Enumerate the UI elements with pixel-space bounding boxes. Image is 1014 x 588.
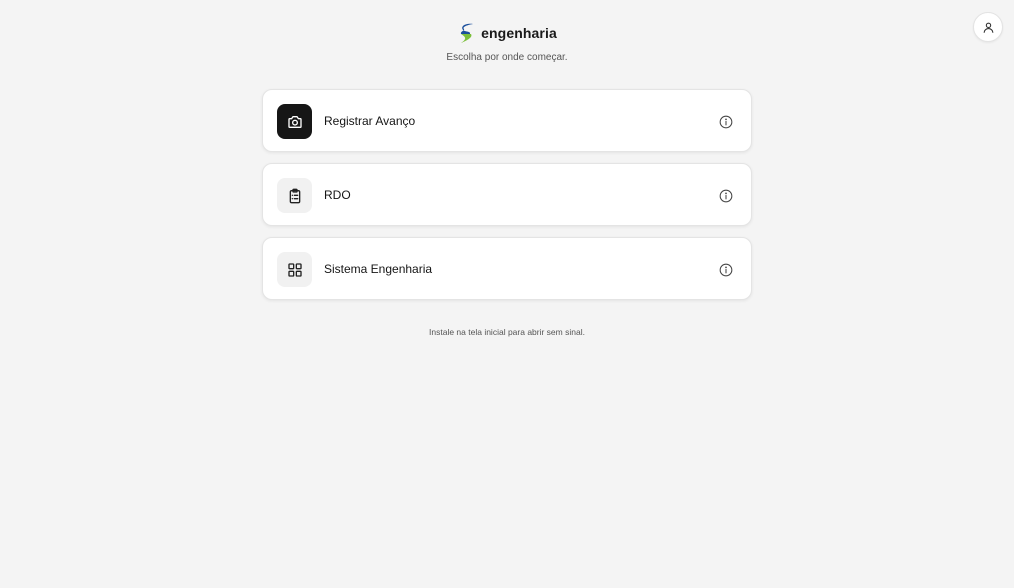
s-logo-icon xyxy=(461,23,474,43)
install-hint: Instale na tela inicial para abrir sem s… xyxy=(429,327,585,337)
info-button[interactable] xyxy=(718,188,733,203)
card-icon-container xyxy=(277,178,312,213)
info-icon xyxy=(719,115,732,128)
camera-icon xyxy=(287,115,302,128)
card-registrar-avanco[interactable]: Registrar Avanço xyxy=(262,89,752,152)
page-subtitle: Escolha por onde começar. xyxy=(446,52,568,63)
card-icon-container xyxy=(277,104,312,139)
info-button[interactable] xyxy=(718,114,733,129)
card-rdo[interactable]: RDO xyxy=(262,163,752,226)
info-icon xyxy=(719,263,732,276)
grid-icon xyxy=(287,262,302,277)
brand: engenharia xyxy=(0,22,1014,44)
clipboard-list-icon xyxy=(289,188,300,203)
info-icon xyxy=(719,189,732,202)
card-icon-container xyxy=(277,252,312,287)
options-list: Registrar Avanço RDO Sistema Engenharia xyxy=(262,89,752,311)
page: engenharia Escolha por onde começar. Reg… xyxy=(0,0,1014,588)
card-label: RDO xyxy=(324,188,351,202)
card-label: Registrar Avanço xyxy=(324,114,416,128)
card-label: Sistema Engenharia xyxy=(324,262,433,276)
card-sistema-engenharia[interactable]: Sistema Engenharia xyxy=(262,237,752,300)
brand-name: engenharia xyxy=(481,25,557,41)
info-button[interactable] xyxy=(718,262,733,277)
